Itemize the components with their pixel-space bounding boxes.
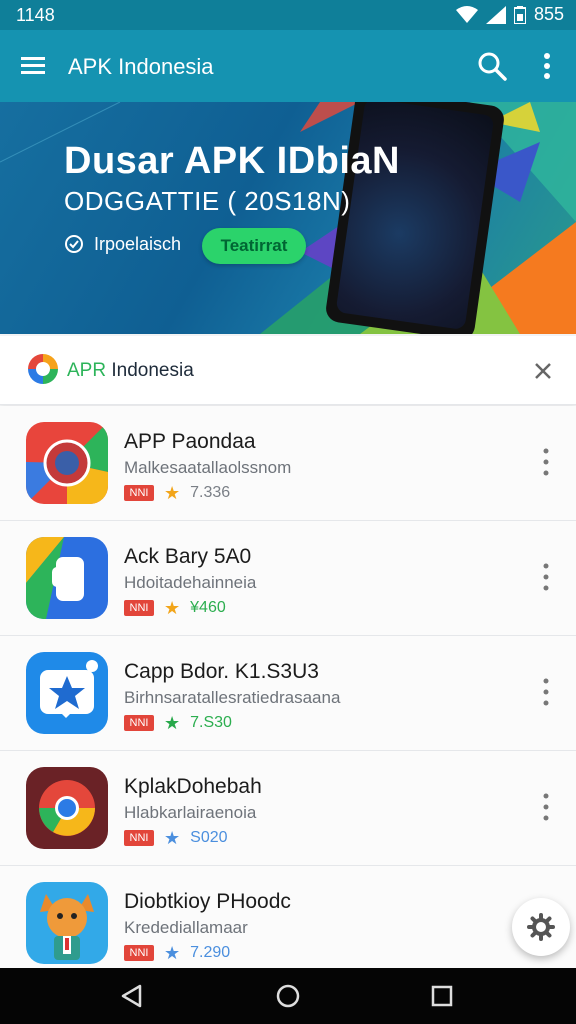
app-subtitle: Kredediallamaar <box>124 918 248 937</box>
app-title: KplakDohebah <box>124 775 262 798</box>
app-subtitle: Birhnsaratallesratiedrasaana <box>124 688 341 707</box>
app-rating: S020 <box>190 829 228 846</box>
app-tag: NNI <box>124 600 154 616</box>
brand-card: APR Indonesia <box>0 336 576 405</box>
more-vert-icon[interactable] <box>538 676 554 708</box>
banner-cta-button[interactable]: Teatirrat <box>202 228 306 264</box>
brand-name: APR Indonesia <box>67 360 194 382</box>
fox-app-icon <box>26 882 108 964</box>
star-icon: ★ <box>164 713 181 733</box>
app-tag: NNI <box>124 715 154 731</box>
app-rating: ¥460 <box>190 599 226 616</box>
status-bar: 1148 855 <box>0 0 576 30</box>
app-subtitle: Hlabkarlairaenoia <box>124 803 257 822</box>
menu-icon[interactable] <box>18 50 48 80</box>
app-title: APP Paondaa <box>124 430 256 453</box>
home-icon[interactable] <box>274 982 302 1010</box>
app-tag: NNI <box>124 830 154 846</box>
star-badge-app-icon <box>26 652 108 734</box>
system-nav-bar <box>0 968 576 1024</box>
status-icons: 855 <box>455 4 564 25</box>
app-title: Capp Bdor. K1.S3U3 <box>124 660 319 683</box>
blue-hand-app-icon <box>26 537 108 619</box>
status-time: 1148 <box>16 5 55 25</box>
star-icon: ★ <box>164 598 181 618</box>
more-vert-icon[interactable] <box>538 561 554 593</box>
app-tag: NNI <box>124 945 154 961</box>
app-meta: NNI ★ S020 <box>124 829 228 847</box>
battery-icon <box>513 5 526 24</box>
app-title: APK Indonesia <box>68 54 214 79</box>
signal-icon <box>485 5 506 24</box>
app-list: APP Paondaa Malkesaatallaolssnom NNI ★ 7… <box>0 406 576 981</box>
app-rating: 7.S30 <box>190 714 232 731</box>
app-subtitle: Malkesaatallaolssnom <box>124 458 292 477</box>
app-meta: NNI ★ 7.336 <box>124 484 230 502</box>
promo-banner[interactable]: Dusar APK IDbiaN ODGGATTIE ( 20S18N) Irp… <box>0 102 576 334</box>
search-icon[interactable] <box>474 48 510 84</box>
list-item[interactable]: APP Paondaa Malkesaatallaolssnom NNI ★ 7… <box>0 406 576 521</box>
back-icon[interactable] <box>118 982 146 1010</box>
app-rating: 7.336 <box>190 484 231 501</box>
close-icon[interactable] <box>530 358 556 384</box>
clock-badge-icon <box>65 235 83 253</box>
battery-level: 855 <box>533 4 564 24</box>
settings-fab-button[interactable] <box>512 898 570 956</box>
wifi-icon <box>455 5 478 23</box>
app-meta: NNI ★ ¥460 <box>124 599 226 617</box>
phone-illustration <box>324 102 506 334</box>
camera-app-icon <box>26 422 108 504</box>
banner-headline: Dusar APK IDbiaN <box>64 140 400 182</box>
chrome-app-icon <box>26 767 108 849</box>
banner-badge-text: Irpoelaisch <box>94 234 182 254</box>
recents-icon[interactable] <box>428 982 456 1010</box>
app-meta: NNI ★ 7.S30 <box>124 714 232 732</box>
app-title: Diobtkioy PHoodc <box>124 890 291 913</box>
app-tag: NNI <box>124 485 154 501</box>
app-bar: APK Indonesia <box>0 30 576 102</box>
star-icon: ★ <box>164 828 181 848</box>
apk-logo-icon <box>28 354 58 384</box>
app-subtitle: Hdoitadehainneia <box>124 573 257 592</box>
more-vert-icon[interactable] <box>538 791 554 823</box>
brand-name-accent: APR <box>67 360 107 381</box>
star-icon: ★ <box>164 483 181 503</box>
list-item[interactable]: Diobtkioy PHoodc Kredediallamaar NNI ★ 7… <box>0 866 576 981</box>
star-icon: ★ <box>164 943 181 963</box>
more-vert-icon[interactable] <box>538 446 554 478</box>
app-title: Ack Bary 5A0 <box>124 545 252 568</box>
list-item[interactable]: Capp Bdor. K1.S3U3 Birhnsaratallesratied… <box>0 636 576 751</box>
banner-subline: ODGGATTIE ( 20S18N) <box>64 186 351 216</box>
app-rating: 7.290 <box>190 944 231 961</box>
brand-name-rest: Indonesia <box>106 360 194 381</box>
list-item[interactable]: KplakDohebah Hlabkarlairaenoia NNI ★ S02… <box>0 751 576 866</box>
app-meta: NNI ★ 7.290 <box>124 944 230 962</box>
settings-icon <box>527 913 555 941</box>
more-vert-icon[interactable] <box>534 48 560 84</box>
list-item[interactable]: Ack Bary 5A0 Hdoitadehainneia NNI ★ ¥460 <box>0 521 576 636</box>
